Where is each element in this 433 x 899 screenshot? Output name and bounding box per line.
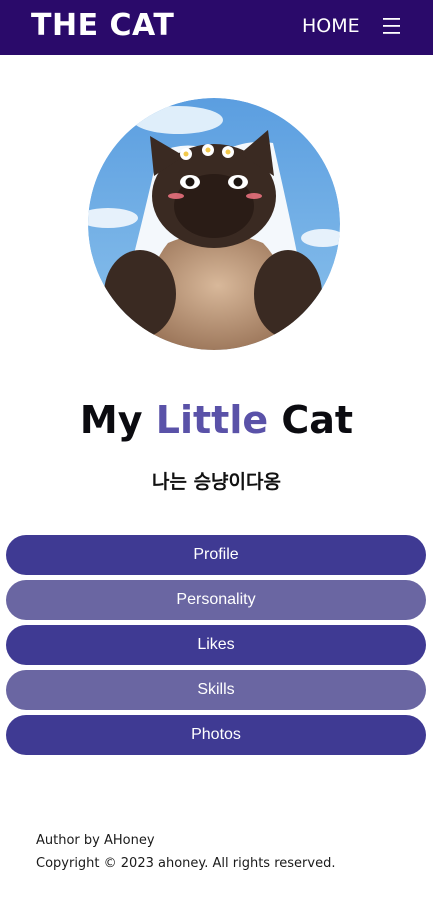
footer: Author by AHoney Copyright © 2023 ahoney… bbox=[36, 829, 335, 875]
page-subtitle: 나는 승냥이다옹 bbox=[152, 471, 281, 493]
nav-home-link[interactable]: HOME bbox=[302, 15, 360, 37]
likes-button[interactable]: Likes bbox=[6, 625, 426, 665]
photos-button[interactable]: Photos bbox=[6, 715, 426, 755]
title-part-1: My bbox=[79, 398, 156, 442]
top-navbar: THE CAT HOME bbox=[0, 0, 433, 55]
hamburger-menu-icon[interactable] bbox=[383, 17, 400, 35]
footer-copyright: Copyright © 2023 ahoney. All rights rese… bbox=[36, 856, 336, 871]
profile-button[interactable]: Profile bbox=[6, 535, 426, 575]
brand-logo[interactable]: THE CAT bbox=[31, 8, 174, 43]
title-accent: Little bbox=[155, 398, 269, 442]
title-part-2: Cat bbox=[268, 398, 354, 442]
page-title: My Little Cat bbox=[0, 398, 433, 442]
cat-photo-avatar bbox=[88, 98, 340, 350]
footer-author: Author by AHoney bbox=[36, 833, 155, 848]
personality-button[interactable]: Personality bbox=[6, 580, 426, 620]
skills-button[interactable]: Skills bbox=[6, 670, 426, 710]
